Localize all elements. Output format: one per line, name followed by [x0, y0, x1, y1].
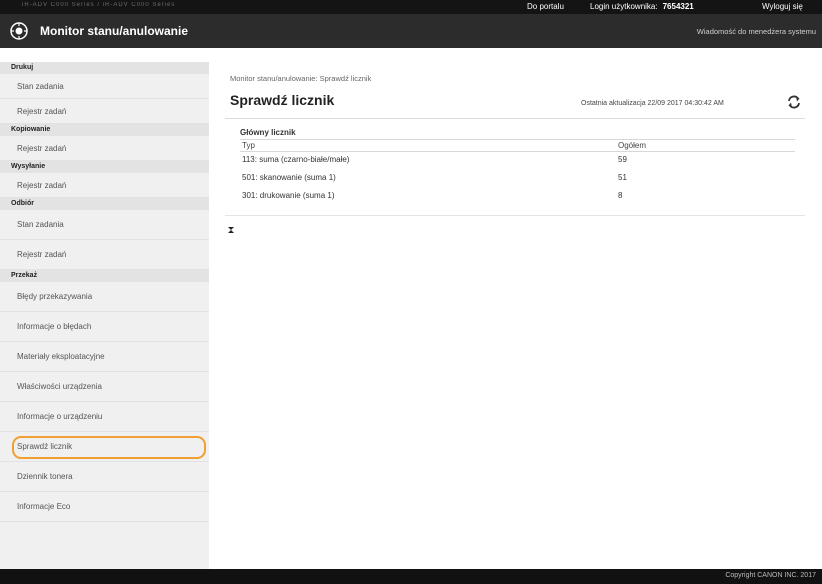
sidebar-item-error-info[interactable]: Informacje o błędach — [0, 312, 209, 342]
sidebar-section-receive: Odbiór — [0, 198, 209, 210]
login-info: Login użytkownika: 7654321 — [590, 2, 694, 11]
sidebar-item-print-job-status[interactable]: Stan zadania — [0, 74, 209, 99]
row-total: 59 — [618, 155, 627, 164]
table-row: 113: suma (czarno-białe/małe) 59 — [240, 155, 795, 167]
sidebar-item-check-counter[interactable]: Sprawdź licznik — [0, 432, 209, 462]
breadcrumb: Monitor stanu/anulowanie: Sprawdź liczni… — [230, 74, 372, 83]
page-title: Sprawdź licznik — [230, 92, 335, 108]
sidebar-item-forwarding-errors[interactable]: Błędy przekazywania — [0, 282, 209, 312]
row-type: 501: skanowanie (suma 1) — [242, 173, 336, 182]
copyright-text: Copyright CANON INC. 2017 — [725, 572, 816, 579]
sidebar-item-eco-info[interactable]: Informacje Eco — [0, 492, 209, 522]
sidebar-item-receive-job-log[interactable]: Rejestr zadań — [0, 240, 209, 270]
table-row: 501: skanowanie (suma 1) 51 — [240, 173, 795, 185]
col-header-total: Ogółem — [618, 141, 647, 150]
sidebar-section-send: Wysyłanie — [0, 161, 209, 173]
sidebar: Drukuj Stan zadania Rejestr zadań Kopiow… — [0, 62, 209, 569]
col-header-type: Typ — [242, 141, 255, 150]
sidebar-item-print-job-log[interactable]: Rejestr zadań — [0, 99, 209, 124]
message-to-admin-link[interactable]: Wiadomość do menedżera systemu — [697, 27, 816, 36]
row-total: 51 — [618, 173, 627, 182]
sidebar-item-send-job-log[interactable]: Rejestr zadań — [0, 173, 209, 198]
product-name: iR-ADV C000 Series / iR-ADV C000 Series — [22, 2, 176, 8]
refresh-icon[interactable] — [786, 94, 802, 110]
sidebar-section-forward: Przekaż — [0, 270, 209, 282]
table-header: Typ Ogółem — [240, 139, 795, 152]
counter-panel: Główny licznik Typ Ogółem 113: suma (cza… — [225, 118, 805, 216]
login-label: Login użytkownika: — [590, 2, 658, 11]
row-type: 113: suma (czarno-białe/małe) — [242, 155, 350, 164]
collapse-icon[interactable] — [227, 226, 235, 234]
footer: Copyright CANON INC. 2017 — [0, 569, 822, 584]
login-user: 7654321 — [662, 2, 694, 11]
table-row: 301: drukowanie (suma 1) 8 — [240, 191, 795, 203]
sidebar-item-device-features[interactable]: Właściwości urządzenia — [0, 372, 209, 402]
sidebar-item-device-info[interactable]: Informacje o urządzeniu — [0, 402, 209, 432]
sidebar-item-receive-job-status[interactable]: Stan zadania — [0, 210, 209, 240]
sidebar-item-copy-job-log[interactable]: Rejestr zadań — [0, 136, 209, 161]
last-updated-text: Ostatnia aktualizacja 22/09 2017 04:30:4… — [581, 100, 724, 107]
top-bar: iR-ADV C000 Series / iR-ADV C000 Series … — [0, 0, 822, 14]
sidebar-item-consumables[interactable]: Materiały eksploatacyjne — [0, 342, 209, 372]
title-bar: Monitor stanu/anulowanie Wiadomość do me… — [0, 14, 822, 48]
monitor-logo-icon — [10, 22, 28, 40]
sidebar-section-print: Drukuj — [0, 62, 209, 74]
row-type: 301: drukowanie (suma 1) — [242, 191, 335, 200]
portal-link[interactable]: Do portalu — [527, 2, 564, 11]
logout-link[interactable]: Wyloguj się — [762, 2, 803, 11]
sidebar-section-copy: Kopiowanie — [0, 124, 209, 136]
panel-divider — [225, 215, 805, 216]
app-title: Monitor stanu/anulowanie — [40, 24, 189, 38]
main-counter-title: Główny licznik — [240, 128, 296, 137]
sidebar-item-toner-log[interactable]: Dziennik tonera — [0, 462, 209, 492]
row-total: 8 — [618, 191, 623, 200]
